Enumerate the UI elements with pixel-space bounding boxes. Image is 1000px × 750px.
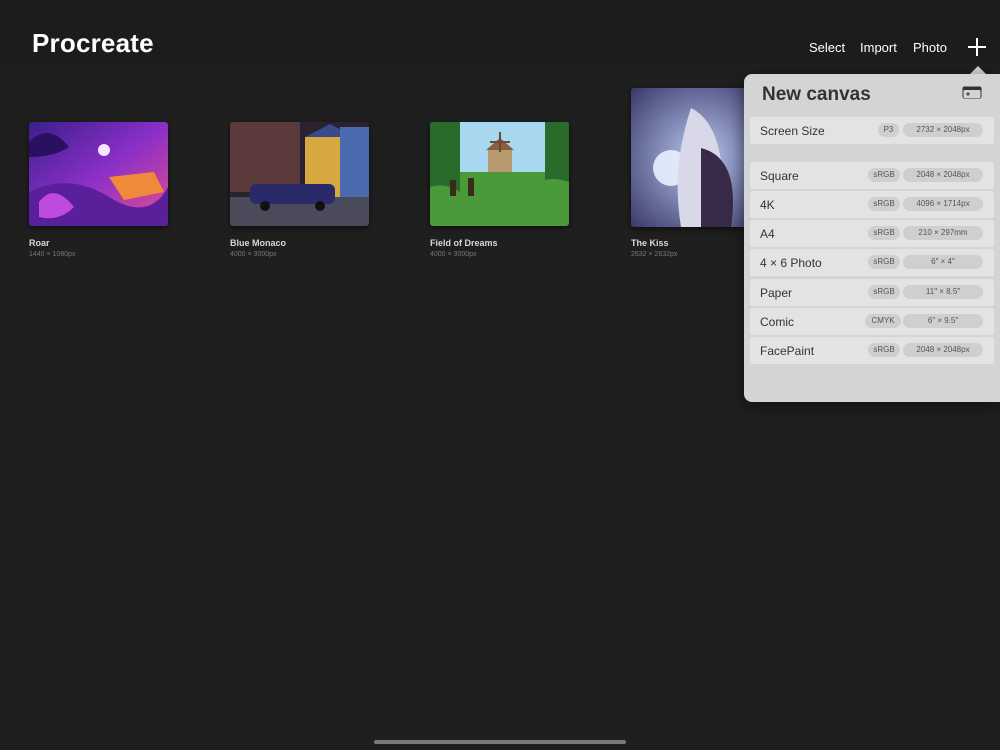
row-label: Screen Size bbox=[760, 124, 825, 138]
artwork-title: Blue Monaco bbox=[230, 238, 287, 248]
import-button[interactable]: Import bbox=[860, 40, 897, 55]
preset-row[interactable]: FacePaint sRGB 2048 × 2048px bbox=[750, 337, 994, 364]
select-button[interactable]: Select bbox=[809, 40, 845, 55]
dimensions-badge: 4096 × 1714px bbox=[903, 197, 983, 211]
row-label: A4 bbox=[760, 227, 775, 241]
color-space-badge: sRGB bbox=[868, 226, 900, 240]
dimensions-badge: 2732 × 2048px bbox=[903, 123, 983, 137]
preset-row[interactable]: Paper sRGB 11″ × 8.5″ bbox=[750, 279, 994, 306]
color-space-badge: CMYK bbox=[865, 314, 901, 328]
new-canvas-popover: New canvas Screen Size P3 2732 × 2048px … bbox=[744, 74, 1000, 402]
preset-row[interactable]: Square sRGB 2048 × 2048px bbox=[750, 162, 994, 189]
plus-icon[interactable] bbox=[966, 36, 988, 58]
app-title: Procreate bbox=[32, 28, 154, 58]
color-space-badge: sRGB bbox=[868, 343, 900, 357]
photo-button[interactable]: Photo bbox=[913, 40, 947, 55]
preset-row[interactable]: Comic CMYK 6″ × 9.5″ bbox=[750, 308, 994, 335]
row-label: 4 × 6 Photo bbox=[760, 256, 822, 270]
artwork-title: The Kiss bbox=[631, 238, 669, 248]
artwork-size: 2632 × 2632px bbox=[631, 251, 678, 258]
artwork-size: 4000 × 3000px bbox=[230, 251, 277, 258]
artwork-size: 1440 × 1080px bbox=[29, 251, 76, 258]
artwork-thumbnail[interactable] bbox=[230, 122, 369, 226]
popover-title: New canvas bbox=[762, 84, 871, 105]
row-label: Paper bbox=[760, 286, 793, 300]
preset-row[interactable]: 4K sRGB 4096 × 1714px bbox=[750, 191, 994, 218]
row-label: Square bbox=[760, 169, 799, 183]
artwork-size: 4000 × 3000px bbox=[430, 251, 477, 258]
color-space-badge: sRGB bbox=[868, 255, 900, 269]
color-space-badge: sRGB bbox=[868, 285, 900, 299]
screen-size-row[interactable]: Screen Size P3 2732 × 2048px bbox=[750, 117, 994, 144]
artwork-title: Roar bbox=[29, 238, 50, 248]
color-space-badge: P3 bbox=[878, 123, 899, 137]
artwork-thumbnail[interactable] bbox=[430, 122, 569, 226]
row-label: FacePaint bbox=[760, 344, 815, 358]
dimensions-badge: 210 × 297mm bbox=[903, 226, 983, 240]
dimensions-badge: 2048 × 2048px bbox=[903, 343, 983, 357]
row-label: Comic bbox=[760, 315, 795, 329]
artwork-title: Field of Dreams bbox=[430, 238, 498, 248]
artwork-thumbnail[interactable] bbox=[29, 122, 168, 226]
add-canvas-icon[interactable] bbox=[962, 86, 982, 99]
dimensions-badge: 11″ × 8.5″ bbox=[903, 285, 983, 299]
home-indicator[interactable] bbox=[374, 740, 626, 744]
color-space-badge: sRGB bbox=[868, 168, 900, 182]
color-space-badge: sRGB bbox=[868, 197, 900, 211]
preset-row[interactable]: 4 × 6 Photo sRGB 6″ × 4″ bbox=[750, 249, 994, 276]
dimensions-badge: 6″ × 9.5″ bbox=[903, 314, 983, 328]
dimensions-badge: 6″ × 4″ bbox=[903, 255, 983, 269]
dimensions-badge: 2048 × 2048px bbox=[903, 168, 983, 182]
row-label: 4K bbox=[760, 198, 775, 212]
preset-row[interactable]: A4 sRGB 210 × 297mm bbox=[750, 220, 994, 247]
